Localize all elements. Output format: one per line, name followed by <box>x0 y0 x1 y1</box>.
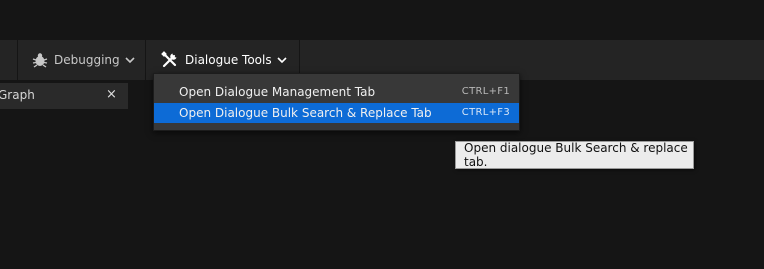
chevron-down-icon <box>125 56 135 64</box>
close-icon[interactable]: × <box>106 87 117 102</box>
menu-item-open-dialogue-bulk-search-replace-tab[interactable]: Open Dialogue Bulk Search & Replace Tab … <box>154 103 519 123</box>
tab-graph-label: Graph <box>0 88 35 102</box>
tab-graph[interactable]: Graph × <box>0 83 128 109</box>
dialogue-tools-button[interactable]: Dialogue Tools <box>154 45 293 75</box>
tooltip: Open dialogue Bulk Search & replace tab. <box>455 141 694 169</box>
toolbar-separator <box>17 40 18 80</box>
dialogue-tools-menu: Open Dialogue Management Tab CTRL+F1 Ope… <box>153 73 520 131</box>
debugging-label: Debugging <box>54 53 120 67</box>
menu-item-label: Open Dialogue Bulk Search & Replace Tab <box>179 106 432 120</box>
tooltip-text: Open dialogue Bulk Search & replace tab. <box>464 141 688 169</box>
bug-icon <box>31 51 49 69</box>
toolbar-separator <box>145 40 146 80</box>
debugging-button[interactable]: Debugging <box>25 45 141 75</box>
menu-item-shortcut: CTRL+F1 <box>461 86 510 97</box>
dialogue-tools-label: Dialogue Tools <box>185 53 272 67</box>
menu-item-open-dialogue-management-tab[interactable]: Open Dialogue Management Tab CTRL+F1 <box>154 82 519 102</box>
chevron-down-icon <box>277 56 287 64</box>
menu-item-label: Open Dialogue Management Tab <box>179 85 376 99</box>
tools-icon <box>160 50 180 70</box>
top-strip <box>0 0 764 40</box>
menu-item-shortcut: CTRL+F3 <box>461 107 510 118</box>
